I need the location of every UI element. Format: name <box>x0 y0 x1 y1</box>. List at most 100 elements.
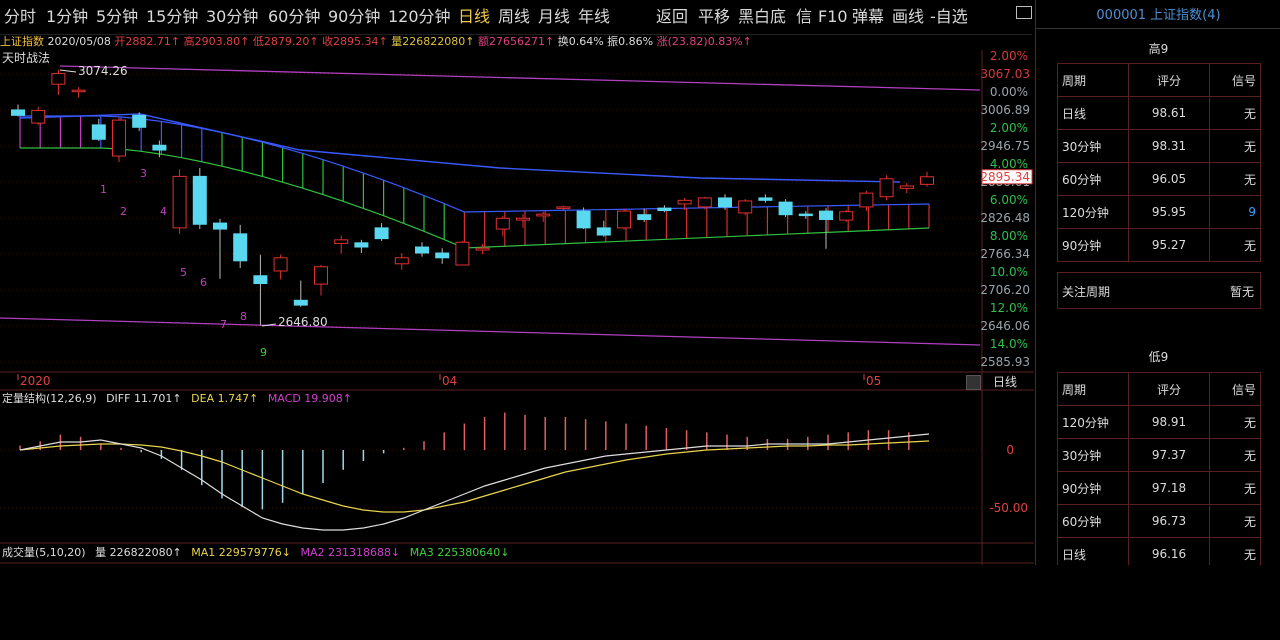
candle-body <box>677 199 692 205</box>
candle-body <box>596 227 611 236</box>
candle-body <box>354 242 369 248</box>
macd-value: MACD 19.908↑ <box>267 392 352 405</box>
table-cell: 120分钟 <box>1057 405 1129 439</box>
candle-body <box>495 217 510 230</box>
candle-body <box>576 210 591 229</box>
table-cell: 30分钟 <box>1057 129 1129 163</box>
low-nine-table: 周期 评分 信号 120分钟 98.91 无 30分钟 97.37 无 90分钟 97.18 无 60分… <box>1057 372 1261 571</box>
table-row[interactable]: 60分钟 96.73 无 <box>1057 504 1261 538</box>
signal-panel: 000001 上证指数(4) 高9 周期 评分 信号 日线 98.61 无 30分钟 98.3… <box>1035 0 1280 571</box>
table-cell: 98.61 <box>1128 96 1210 130</box>
candle-body <box>455 241 470 266</box>
table-cell: 无 <box>1209 504 1261 538</box>
candle-body <box>556 206 571 209</box>
volume-ma2: MA2 231318688↓ <box>300 546 401 559</box>
volume-ma1: MA1 229579776↓ <box>191 546 291 559</box>
table-row[interactable]: 90分钟 95.27 无 <box>1057 228 1261 262</box>
table-cell: 90分钟 <box>1057 471 1129 505</box>
table-cell: 95.27 <box>1128 228 1210 262</box>
candle-body <box>314 266 328 285</box>
table-cell: 日线 <box>1057 96 1129 130</box>
pct-tick: 12.0% <box>990 301 1028 315</box>
table-row[interactable]: 30分钟 98.31 无 <box>1057 129 1261 163</box>
wave-label: 3 <box>140 167 147 180</box>
candle-body <box>657 207 672 212</box>
table-row[interactable]: 60分钟 96.05 无 <box>1057 162 1261 196</box>
table-row[interactable]: 日线 98.61 无 <box>1057 96 1261 130</box>
candle-body <box>697 197 712 208</box>
candle-body <box>617 210 631 229</box>
pct-tick: 2.00% <box>990 121 1028 135</box>
macd-dea: DEA 1.747↑ <box>191 392 259 405</box>
macd-axis-zero: 0 <box>1006 443 1014 457</box>
candle-body <box>819 210 833 220</box>
price-tick: 2585.93 <box>980 355 1030 369</box>
pct-tick: 0.00% <box>990 85 1028 99</box>
high-annotation-line <box>59 69 77 73</box>
candle-body <box>334 239 349 244</box>
macd-panel: 0 -50.00 <box>0 412 1028 531</box>
volume-ma3: MA3 225380640↓ <box>409 546 510 559</box>
panel-title: 000001 上证指数(4) <box>1096 8 1221 23</box>
price-tick: 2766.34 <box>980 247 1030 261</box>
follow-value: 暂无 <box>1229 285 1254 299</box>
diff-line <box>19 433 930 531</box>
table-cell: 90分钟 <box>1057 228 1129 262</box>
candle-body <box>394 257 409 265</box>
kline-chart[interactable]: 2.00%3067.030.00%3006.892.00%2946.754.00… <box>0 0 1034 565</box>
table-cell: 120分钟 <box>1057 195 1129 229</box>
date-tick: 2020 <box>20 374 51 388</box>
band-blue <box>19 113 901 183</box>
price-tick: 2826.48 <box>980 211 1030 225</box>
table-cell: 9 <box>1209 195 1261 229</box>
high-nine-title: 高9 <box>1148 42 1169 56</box>
follow-period-row[interactable]: 关注周期 暂无 <box>1057 272 1261 309</box>
macd-label: 定量结构(12,26,9) <box>2 392 97 405</box>
date-axis: 2020 04 05 <box>17 374 881 388</box>
pct-tick: 14.0% <box>990 337 1028 351</box>
candle-body <box>233 233 248 262</box>
table-cell: 30分钟 <box>1057 438 1129 472</box>
cloud-band <box>19 113 930 249</box>
price-tick: 3006.89 <box>980 103 1030 117</box>
macd-axis-neg: -50.00 <box>989 501 1028 515</box>
macd-header: 定量结构(12,26,9) DIFF 11.701↑ DEA 1.747↑ MA… <box>2 391 352 407</box>
wave-label: 1 <box>100 183 107 196</box>
price-tick: 3067.03 <box>980 67 1030 81</box>
pct-tick: 10.0% <box>990 265 1028 279</box>
table-cell: 95.95 <box>1128 195 1210 229</box>
wave-label: 4 <box>160 205 167 218</box>
candle-body <box>51 72 66 85</box>
candle-body <box>172 175 187 229</box>
price-tick: 2646.06 <box>980 319 1030 333</box>
table-cell: 96.73 <box>1128 504 1210 538</box>
low-nine-title: 低9 <box>1148 350 1169 364</box>
table-cell: 98.91 <box>1128 405 1210 439</box>
macd-diff: DIFF 11.701↑ <box>106 392 182 405</box>
wave-label: 2 <box>120 205 127 218</box>
period-tag: 日线 <box>993 375 1018 389</box>
candle-body <box>152 144 167 151</box>
table-cell: 97.18 <box>1128 471 1210 505</box>
candle-body <box>798 213 813 217</box>
current-price: 2895.34 <box>980 170 1030 184</box>
candle-body <box>415 246 429 254</box>
candle-body <box>899 185 914 189</box>
candle-body <box>31 110 46 124</box>
high-nine-table: 周期 评分 信号 日线 98.61 无 30分钟 98.31 无 60分钟 96.05 无 120分钟 9… <box>1057 63 1261 262</box>
table-row[interactable]: 90分钟 97.18 无 <box>1057 471 1261 505</box>
table-row[interactable]: 30分钟 97.37 无 <box>1057 438 1261 472</box>
table-header: 信号 <box>1209 63 1261 97</box>
table-cell: 60分钟 <box>1057 162 1129 196</box>
macd-scroll-box[interactable] <box>966 375 981 390</box>
table-cell: 无 <box>1209 129 1261 163</box>
candle-body <box>516 217 530 221</box>
table-cell: 无 <box>1209 405 1261 439</box>
candle-body <box>718 197 732 208</box>
table-row[interactable]: 120分钟 98.91 无 <box>1057 405 1261 439</box>
price-tick: 2946.75 <box>980 139 1030 153</box>
table-row[interactable]: 120分钟 95.95 9 <box>1057 195 1261 229</box>
candle-body <box>374 227 389 240</box>
candle-body <box>293 299 308 306</box>
date-tick: 04 <box>442 374 457 388</box>
